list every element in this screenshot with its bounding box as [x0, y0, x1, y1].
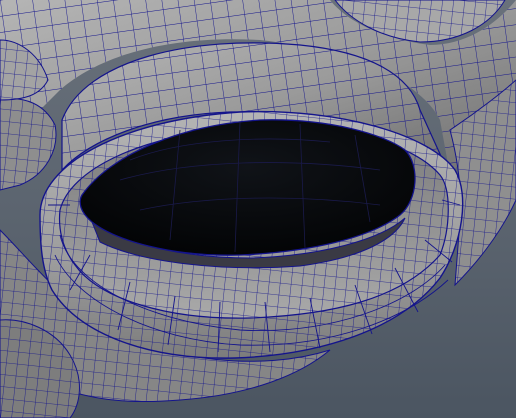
- mesh-render: [0, 0, 516, 418]
- 3d-viewport[interactable]: [0, 0, 516, 418]
